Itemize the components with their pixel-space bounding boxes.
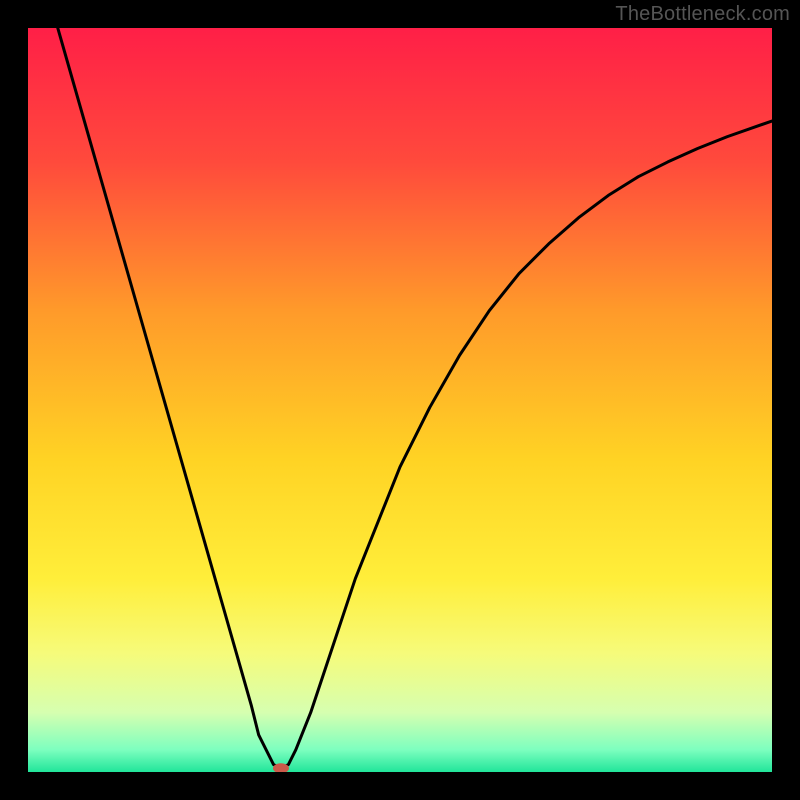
watermark-text: TheBottleneck.com [615,3,790,26]
gradient-background [28,28,772,772]
plot-svg [28,28,772,772]
plot-area [28,28,772,772]
chart-frame: TheBottleneck.com [0,0,800,800]
